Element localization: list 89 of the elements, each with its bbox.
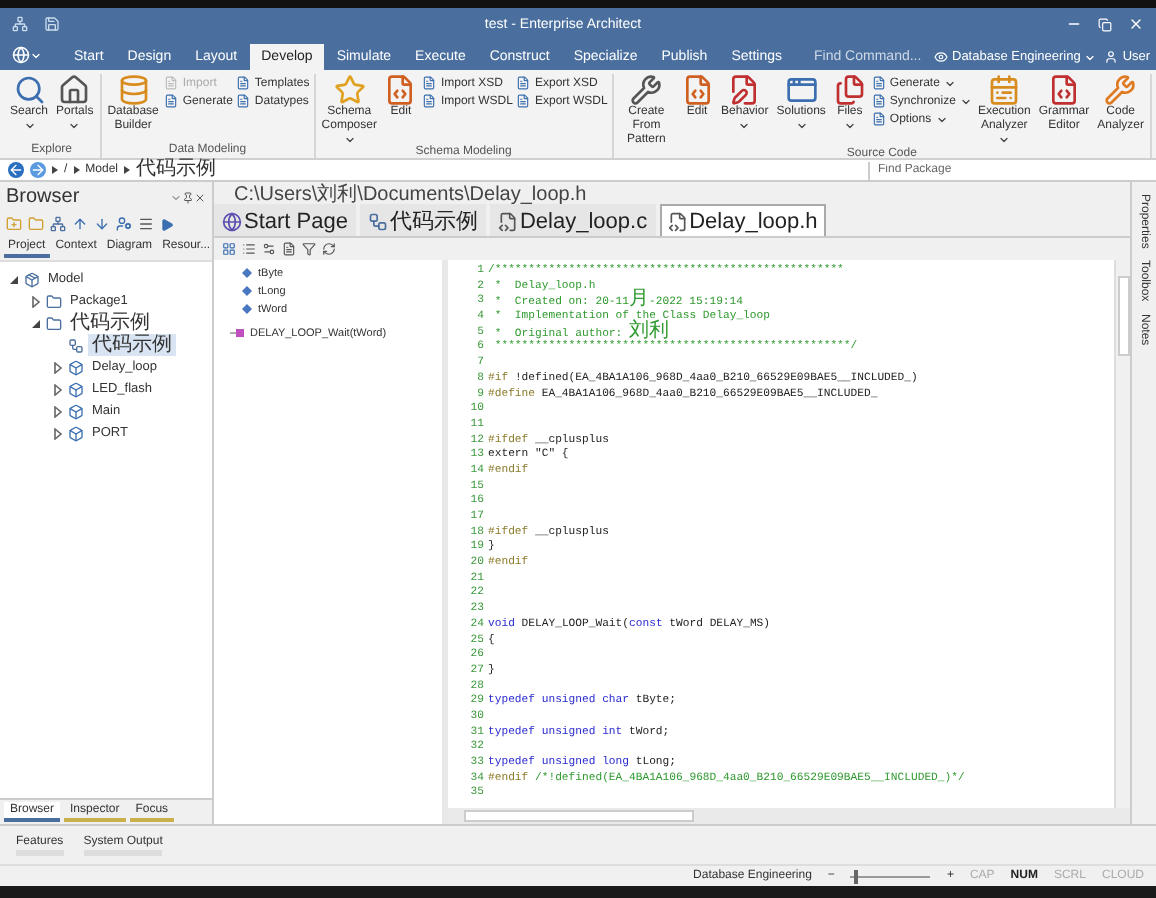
zoom-thumb[interactable] (854, 869, 859, 883)
class-icon (68, 381, 84, 397)
menu-icon[interactable] (138, 216, 154, 232)
document-tab[interactable]: Start Page (214, 204, 356, 236)
document-icon (516, 94, 531, 108)
restore-icon[interactable] (1098, 17, 1112, 31)
diagram-icon (68, 337, 84, 353)
grid-icon[interactable] (222, 242, 236, 256)
code-file-icon (497, 211, 518, 231)
tree-item[interactable]: 代码示例 (66, 312, 154, 334)
save-icon[interactable] (44, 16, 60, 32)
panel-title: Browser (6, 186, 82, 208)
operation-icon (230, 328, 244, 338)
list-icon[interactable] (242, 242, 256, 256)
chevron-icon (73, 166, 80, 174)
pin-icon[interactable] (182, 191, 194, 203)
class-icon (68, 403, 84, 419)
database-icon (117, 74, 150, 106)
document-icon (236, 76, 251, 90)
user-gear-icon[interactable] (116, 216, 132, 232)
horizontal-scrollbar[interactable] (448, 808, 1130, 824)
caret-icon (795, 119, 808, 132)
expand-arrow-icon[interactable] (30, 295, 42, 307)
expand-arrow-icon[interactable] (52, 405, 64, 417)
files-icon (833, 74, 866, 106)
refresh-icon[interactable] (322, 242, 336, 256)
search-icon (13, 74, 45, 106)
code-file-icon (667, 211, 688, 231)
down-arrow-icon[interactable] (94, 216, 110, 232)
up-arrow-icon[interactable] (72, 216, 88, 232)
document-icon (871, 112, 886, 126)
document-icon (422, 76, 437, 90)
caret-icon (343, 133, 356, 146)
back-icon[interactable] (8, 162, 24, 178)
chevron-icon (124, 166, 131, 174)
code-file-icon (681, 74, 714, 106)
filter-icon[interactable] (302, 242, 316, 256)
collapse-arrow-icon[interactable] (30, 317, 42, 329)
globe-icon (12, 46, 30, 64)
document-icon (164, 76, 179, 90)
document-tab[interactable]: 代码示例 (359, 204, 486, 236)
globe-icon (222, 211, 242, 231)
code-file-icon (384, 74, 417, 106)
settings-icon[interactable] (262, 242, 276, 256)
tree-item[interactable]: 代码示例 (88, 334, 176, 356)
caret-icon (843, 119, 856, 132)
app-icon[interactable] (12, 16, 28, 32)
document-icon (871, 94, 886, 108)
chevron-icon (52, 166, 58, 174)
wrench-icon (1104, 74, 1137, 106)
folder-icon (46, 293, 62, 309)
caret-icon (738, 119, 751, 132)
wrench-icon (630, 74, 663, 106)
caret-icon (30, 49, 42, 61)
caret-icon (998, 133, 1011, 146)
expand-arrow-icon[interactable] (52, 361, 64, 373)
pen-file-icon (728, 74, 761, 106)
vertical-scrollbar[interactable] (1114, 260, 1130, 808)
window-icon (785, 74, 818, 106)
document-icon (871, 76, 886, 90)
house-icon (58, 74, 91, 106)
caret-icon (68, 119, 81, 132)
forward-icon[interactable] (30, 162, 46, 178)
document-tab[interactable]: Delay_loop.c (489, 204, 656, 236)
document-tab[interactable]: Delay_loop.h (659, 204, 826, 236)
class-icon (68, 359, 84, 375)
document-icon (164, 94, 179, 108)
user-icon (1104, 50, 1119, 64)
eye-icon (934, 50, 948, 64)
star-icon (333, 74, 366, 106)
document-icon (236, 94, 251, 108)
class-icon (68, 425, 84, 441)
code-file-icon (1047, 74, 1080, 106)
diagram-icon[interactable] (50, 216, 66, 232)
calendar-icon (988, 74, 1021, 106)
diagram-icon (367, 211, 388, 231)
expand-arrow-icon[interactable] (52, 383, 64, 395)
document-icon[interactable] (282, 242, 296, 256)
document-icon (422, 94, 437, 108)
expand-arrow-icon[interactable] (52, 427, 64, 439)
breadcrumb-item[interactable]: 代码示例 (136, 160, 217, 180)
play-icon[interactable] (160, 217, 174, 231)
folder-icon (46, 315, 62, 331)
caret-icon (1084, 51, 1097, 63)
caret-icon (23, 119, 35, 132)
package-icon (24, 271, 40, 287)
close-icon[interactable] (194, 191, 206, 203)
collapse-arrow-icon[interactable] (8, 273, 20, 285)
document-icon (516, 76, 531, 90)
